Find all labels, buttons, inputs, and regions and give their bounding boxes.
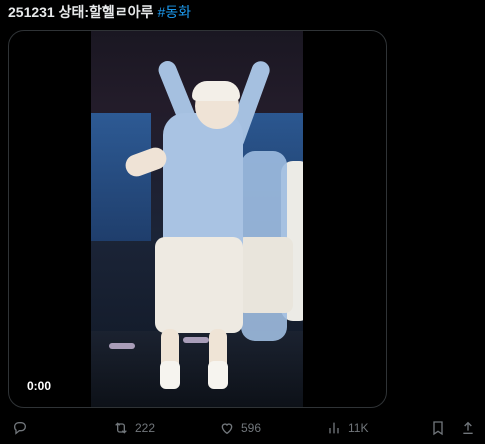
views-button[interactable]: 11K — [326, 418, 368, 438]
reply-button[interactable] — [12, 418, 34, 438]
like-button[interactable]: 596 — [219, 418, 261, 438]
stage-light — [109, 343, 135, 349]
video-player[interactable]: 0:00 — [8, 30, 387, 408]
reply-icon — [14, 422, 26, 435]
video-frame[interactable] — [91, 31, 303, 407]
tweet-body: 251231 상태:할헬ㄹ아루 — [8, 4, 154, 20]
bookmark-icon — [433, 421, 443, 436]
share-icon — [463, 421, 473, 434]
bar-chart-icon — [329, 422, 339, 434]
bookmark-button[interactable] — [430, 418, 452, 438]
share-button[interactable] — [460, 418, 482, 438]
hashtag-link[interactable]: #동화 — [157, 4, 191, 20]
retweet-button[interactable]: 222 — [113, 418, 155, 438]
like-count: 596 — [241, 421, 262, 435]
retweet-count: 222 — [135, 421, 156, 435]
retweet-icon — [115, 422, 127, 434]
video-timecode: 0:00 — [27, 379, 52, 393]
dancer-shorts — [155, 237, 243, 333]
dancer-hat — [192, 81, 240, 101]
tweet-text: 251231 상태:할헬ㄹ아루 #동화 — [8, 3, 191, 21]
heart-icon — [221, 423, 233, 435]
views-count: 11K — [348, 421, 369, 435]
dancer-sock — [160, 361, 180, 389]
dancer-sock — [208, 361, 228, 389]
tweet-action-bar: 222 596 11K — [0, 418, 485, 440]
stage-light — [183, 337, 209, 343]
stage-screen-left — [91, 113, 151, 241]
background-dancer-shorts — [237, 237, 293, 313]
